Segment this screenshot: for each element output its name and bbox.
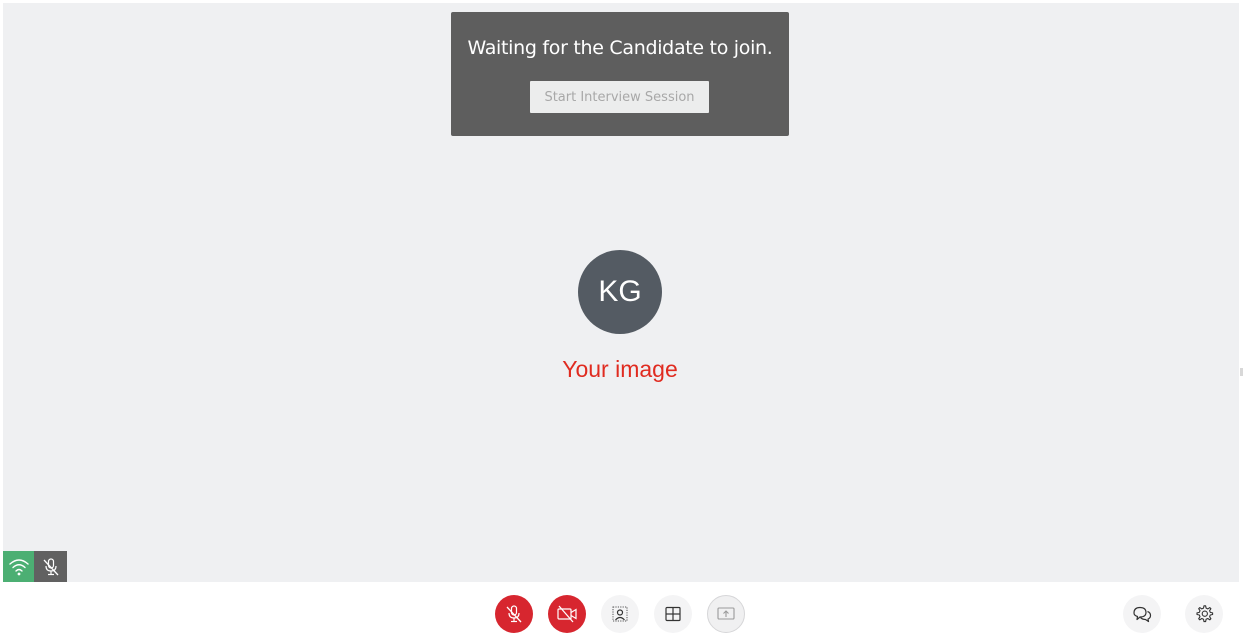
waiting-message: Waiting for the Candidate to join.: [467, 37, 773, 59]
background-button[interactable]: [601, 595, 639, 633]
layout-button[interactable]: [654, 595, 692, 633]
mic-off-icon: [506, 605, 522, 623]
wifi-icon: [8, 558, 29, 575]
background-blur-icon: [612, 606, 628, 622]
screen-share-icon: [717, 607, 735, 620]
edge-divider: [1240, 368, 1243, 376]
avatar-initials: KG: [598, 275, 642, 308]
network-status: [3, 551, 34, 582]
chat-icon: [1133, 606, 1152, 623]
avatar: KG: [578, 250, 662, 334]
start-interview-button[interactable]: Start Interview Session: [530, 81, 709, 113]
chat-button[interactable]: [1123, 595, 1161, 633]
gear-icon: [1196, 605, 1214, 623]
camera-off-icon: [557, 605, 577, 623]
call-toolbar: [0, 582, 1246, 640]
camera-button[interactable]: [548, 595, 586, 633]
waiting-panel: Waiting for the Candidate to join. Start…: [451, 12, 789, 136]
mute-microphone-button[interactable]: [495, 595, 533, 633]
self-view-caption: Your image: [562, 356, 678, 382]
share-screen-button[interactable]: [707, 595, 745, 633]
mic-status: [34, 551, 67, 582]
grid-layout-icon: [665, 606, 681, 622]
settings-button[interactable]: [1185, 595, 1223, 633]
mic-muted-icon: [43, 557, 58, 575]
